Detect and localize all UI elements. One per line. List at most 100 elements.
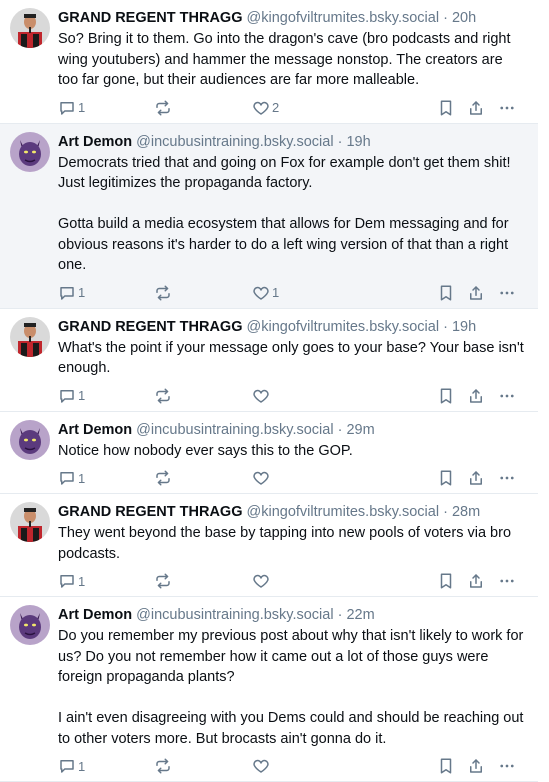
post-text: They went beyond the base by tapping int… [58,525,516,562]
author-name[interactable]: GRAND REGENT THRAGG [58,504,242,520]
post[interactable]: Art Demon @incubusintraining.bsky.social… [0,597,538,782]
post-header: Art Demon @incubusintraining.bsky.social… [58,133,526,151]
action-bar: 1 1 [58,278,526,308]
share-button[interactable] [467,387,485,405]
heart-icon [253,101,269,115]
bookmark-button[interactable] [437,757,455,775]
reply-button[interactable]: 1 [58,284,85,302]
post-content: GRAND REGENT THRAGG @kingofviltrumites.b… [58,8,526,123]
avatar[interactable] [10,419,50,460]
bookmark-button[interactable] [437,572,455,590]
repost-arrows-icon [156,470,170,486]
author-handle[interactable]: @incubusintraining.bsky.social [136,422,333,438]
repost-button[interactable] [154,99,174,117]
reply-button[interactable]: 1 [58,469,85,487]
bookmark-icon [440,758,452,774]
reply-count: 1 [78,573,86,589]
action-bar: 1 [58,463,526,493]
post-time[interactable]: 29m [346,422,374,438]
author-handle[interactable]: @kingofviltrumites.bsky.social [247,504,440,520]
like-button[interactable] [252,572,272,590]
like-button[interactable] [252,757,272,775]
post-time[interactable]: 20h [452,10,476,26]
bookmark-button[interactable] [437,284,455,302]
repost-arrows-icon [156,388,170,403]
share-icon [470,471,482,485]
share-icon [470,388,482,403]
avatar-column [10,502,58,596]
post-content: GRAND REGENT THRAGG @kingofviltrumites.b… [58,502,526,596]
author-handle[interactable]: @incubusintraining.bsky.social [136,134,333,150]
thragg-avatar-image [10,8,50,48]
reply-count: 1 [78,285,86,300]
heart-icon [253,286,269,300]
reply-button[interactable]: 1 [58,757,85,775]
post-content: GRAND REGENT THRAGG @kingofviltrumites.b… [58,317,526,411]
repost-arrows-icon [156,285,170,300]
bookmark-button[interactable] [437,469,455,487]
more-dots-icon [500,291,514,294]
post[interactable]: GRAND REGENT THRAGG @kingofviltrumites.b… [0,309,538,412]
more-options-button[interactable] [498,469,516,487]
post-time[interactable]: 28m [452,504,480,520]
demon-avatar-image [10,131,50,172]
author-name[interactable]: GRAND REGENT THRAGG [58,319,242,335]
action-bar: 1 [58,381,526,411]
avatar[interactable] [10,316,50,357]
bookmark-button[interactable] [437,99,455,117]
post[interactable]: GRAND REGENT THRAGG @kingofviltrumites.b… [0,494,538,597]
author-name[interactable]: Art Demon [58,607,132,623]
like-button[interactable] [252,387,272,405]
more-dots-icon [500,106,514,109]
avatar[interactable] [10,605,50,645]
demon-avatar-image [10,605,50,645]
reply-button[interactable]: 1 [58,572,85,590]
author-name[interactable]: Art Demon [58,422,132,438]
post[interactable]: Art Demon @incubusintraining.bsky.social… [0,412,538,494]
like-button[interactable]: 1 [252,284,279,302]
reply-button[interactable]: 1 [58,387,85,405]
bookmark-icon [440,100,452,115]
reply-button[interactable]: 1 [58,99,85,117]
speech-bubble-icon [60,389,74,403]
post[interactable]: GRAND REGENT THRAGG @kingofviltrumites.b… [0,0,538,124]
author-name[interactable]: Art Demon [58,134,132,150]
post-time[interactable]: 22m [346,607,374,623]
repost-arrows-icon [156,758,170,774]
post-content: Art Demon @incubusintraining.bsky.social… [58,605,526,781]
more-options-button[interactable] [498,572,516,590]
post-content: Art Demon @incubusintraining.bsky.social… [58,132,526,308]
share-button[interactable] [467,99,485,117]
repost-button[interactable] [154,572,174,590]
more-options-button[interactable] [498,99,516,117]
more-options-button[interactable] [498,757,516,775]
repost-button[interactable] [154,469,174,487]
post-time[interactable]: 19h [452,319,476,335]
avatar[interactable] [10,502,50,542]
repost-button[interactable] [154,757,174,775]
repost-button[interactable] [154,284,174,302]
share-button[interactable] [467,757,485,775]
bookmark-button[interactable] [437,387,455,405]
like-button[interactable] [252,469,272,487]
share-button[interactable] [467,469,485,487]
author-handle[interactable]: @incubusintraining.bsky.social [136,607,333,623]
share-button[interactable] [467,572,485,590]
more-options-button[interactable] [498,387,516,405]
share-button[interactable] [467,284,485,302]
more-dots-icon [500,579,514,583]
post[interactable]: Art Demon @incubusintraining.bsky.social… [0,123,538,309]
author-name[interactable]: GRAND REGENT THRAGG [58,10,242,26]
like-button[interactable]: 2 [252,99,279,117]
post-header: GRAND REGENT THRAGG @kingofviltrumites.b… [58,9,526,27]
author-handle[interactable]: @kingofviltrumites.bsky.social [247,10,440,26]
heart-icon [253,574,269,588]
avatar[interactable] [10,8,50,48]
avatar[interactable] [10,131,50,172]
post-content: Art Demon @incubusintraining.bsky.social… [58,420,526,494]
speech-bubble-icon [60,101,74,115]
repost-button[interactable] [154,387,174,405]
more-options-button[interactable] [498,284,516,302]
author-handle[interactable]: @kingofviltrumites.bsky.social [247,319,440,335]
post-time[interactable]: 19h [346,134,370,150]
